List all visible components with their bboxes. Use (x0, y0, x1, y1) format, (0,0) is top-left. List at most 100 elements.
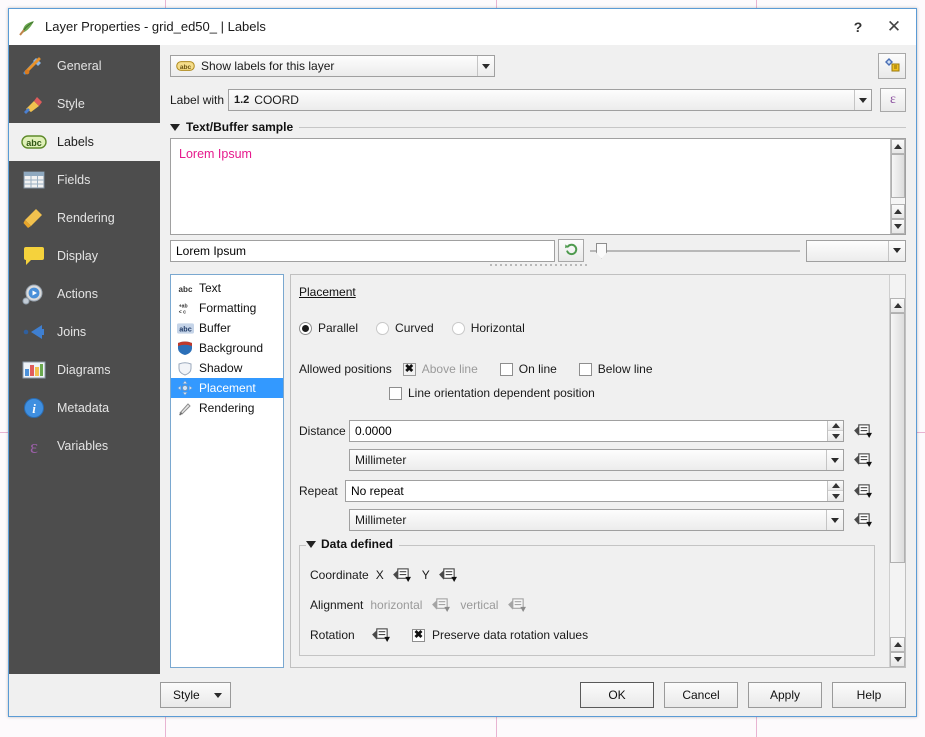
rotation-data-defined-button[interactable] (369, 625, 393, 645)
checkbox-line-orientation[interactable] (389, 386, 402, 400)
scroll-up-button[interactable] (891, 139, 905, 154)
distance-spinbox[interactable]: 0.0000 (349, 420, 844, 442)
collapse-triangle-icon[interactable] (170, 123, 180, 131)
coordinate-y-data-defined-button[interactable] (437, 565, 461, 585)
checkbox-below-line[interactable] (578, 362, 592, 376)
chevron-down-icon[interactable] (826, 450, 843, 470)
sidebar-item-general[interactable]: General (9, 47, 160, 85)
distance-data-defined-button[interactable] (851, 421, 875, 441)
sidebar-item-label: Fields (57, 173, 91, 187)
label-mode-combo[interactable]: abc Show labels for this layer (170, 55, 495, 77)
style-menu-button[interactable]: Style (160, 682, 231, 708)
repeat-data-defined-button[interactable] (851, 481, 875, 501)
scroll-up-button-secondary[interactable] (891, 204, 905, 219)
category-item-formatting[interactable]: +ab < c Formatting (171, 298, 283, 318)
close-icon[interactable]: ✕ (876, 13, 912, 41)
sample-text-input[interactable]: Lorem Ipsum (170, 239, 555, 262)
sidebar-item-display[interactable]: Display (9, 237, 160, 275)
sidebar-item-joins[interactable]: Joins (9, 313, 160, 351)
distance-unit-combo[interactable]: Millimeter (349, 449, 844, 471)
placement-panel-scrollbar[interactable] (889, 275, 905, 667)
data-defined-override-icon (371, 628, 390, 643)
checkbox-preserve-rotation[interactable]: ✖ (412, 628, 425, 642)
repeat-unit-data-defined-button[interactable] (851, 510, 875, 530)
layer-properties-dialog: Layer Properties - grid_ed50_ | Labels ?… (8, 8, 917, 717)
panel-splitter[interactable] (170, 262, 906, 268)
chevron-down-icon[interactable] (854, 90, 871, 110)
sidebar-item-label: Display (57, 249, 98, 263)
repeat-spinbox[interactable]: No repeat (345, 480, 844, 502)
slider-handle[interactable] (596, 242, 607, 259)
sidebar-item-fields[interactable]: Fields (9, 161, 160, 199)
distance-stepper[interactable] (827, 421, 843, 441)
scroll-down-button[interactable] (890, 652, 905, 667)
sidebar-item-actions[interactable]: Actions (9, 275, 160, 313)
coordinate-x-data-defined-button[interactable] (391, 565, 415, 585)
chevron-down-icon[interactable] (888, 240, 905, 261)
chevron-down-icon[interactable] (477, 56, 494, 76)
abc-label-icon: abc (21, 129, 47, 155)
chevron-down-icon[interactable] (826, 510, 843, 530)
checkbox-on-line[interactable] (499, 362, 513, 376)
automated-placement-button[interactable] (878, 53, 906, 79)
category-item-rendering[interactable]: Rendering (171, 398, 283, 418)
stepper-up[interactable] (828, 421, 843, 431)
scroll-thumb[interactable] (890, 313, 905, 563)
cancel-button[interactable]: Cancel (664, 682, 738, 708)
sidebar-item-diagrams[interactable]: Diagrams (9, 351, 160, 389)
category-item-placement[interactable]: Placement (171, 378, 283, 398)
radio-curved[interactable] (376, 321, 390, 335)
sidebar-item-label: Joins (57, 325, 87, 339)
help-button[interactable]: Help (832, 682, 906, 708)
radio-horizontal[interactable] (451, 321, 465, 335)
scroll-up-button[interactable] (890, 298, 905, 313)
data-defined-group-header[interactable]: Data defined (306, 537, 400, 551)
data-defined-override-icon (853, 513, 872, 528)
alignment-vertical-data-defined-button[interactable] (505, 595, 529, 615)
ok-button[interactable]: OK (580, 682, 654, 708)
text-buffer-sample-header[interactable]: Text/Buffer sample (170, 120, 906, 134)
category-item-shadow[interactable]: Shadow (171, 358, 283, 378)
label-preview-canvas[interactable]: Lorem Ipsum (170, 138, 906, 235)
stepper-up[interactable] (828, 481, 843, 491)
sidebar-item-rendering[interactable]: Rendering (9, 199, 160, 237)
table-icon (21, 167, 47, 193)
stepper-down[interactable] (828, 431, 843, 441)
checkbox-preserve-rotation-label: Preserve data rotation values (432, 628, 589, 642)
alignment-horizontal-data-defined-button[interactable] (429, 595, 453, 615)
category-label: Text (199, 281, 222, 295)
collapse-triangle-icon[interactable] (306, 540, 316, 548)
preview-zoom-slider[interactable] (590, 240, 800, 262)
expression-editor-button[interactable]: ε (880, 88, 906, 112)
category-item-background[interactable]: Background (171, 338, 283, 358)
scroll-down-button[interactable] (891, 219, 905, 234)
distance-unit-data-defined-button[interactable] (851, 450, 875, 470)
scroll-thumb[interactable] (891, 154, 905, 198)
help-titlebar-button[interactable]: ? (840, 13, 876, 41)
sidebar-item-labels[interactable]: abc Labels (9, 123, 160, 161)
labeling-category-list[interactable]: abc Text +ab < c Formatting abc Buffer B… (170, 274, 284, 668)
alignment-vertical-label: vertical (460, 598, 499, 612)
diagram-icon (21, 357, 47, 383)
distance-unit-row: Millimeter (299, 449, 875, 471)
sidebar-item-style[interactable]: Style (9, 85, 160, 123)
sidebar-item-metadata[interactable]: i Metadata (9, 389, 160, 427)
repeat-stepper[interactable] (827, 481, 843, 501)
apply-button[interactable]: Apply (748, 682, 822, 708)
style-button-label: Style (173, 688, 200, 702)
radio-parallel[interactable] (299, 321, 312, 335)
preview-vertical-scrollbar[interactable] (890, 139, 905, 234)
coordinate-label: Coordinate (310, 568, 369, 582)
repeat-unit-combo[interactable]: Millimeter (349, 509, 844, 531)
scroll-up-button-secondary[interactable] (890, 637, 905, 652)
category-item-buffer[interactable]: abc Buffer (171, 318, 283, 338)
sidebar-item-variables[interactable]: ε Variables (9, 427, 160, 465)
preview-scale-combo[interactable] (806, 239, 906, 262)
labels-panel: abc Show labels for this layer Label wit… (160, 45, 916, 674)
stepper-down[interactable] (828, 491, 843, 501)
revert-sample-button[interactable] (558, 239, 584, 262)
category-item-text[interactable]: abc Text (171, 278, 283, 298)
checkbox-above-line[interactable]: ✖ (402, 362, 416, 376)
label-with-field-combo[interactable]: 1.2 COORD (228, 89, 872, 111)
category-label: Background (199, 341, 264, 355)
